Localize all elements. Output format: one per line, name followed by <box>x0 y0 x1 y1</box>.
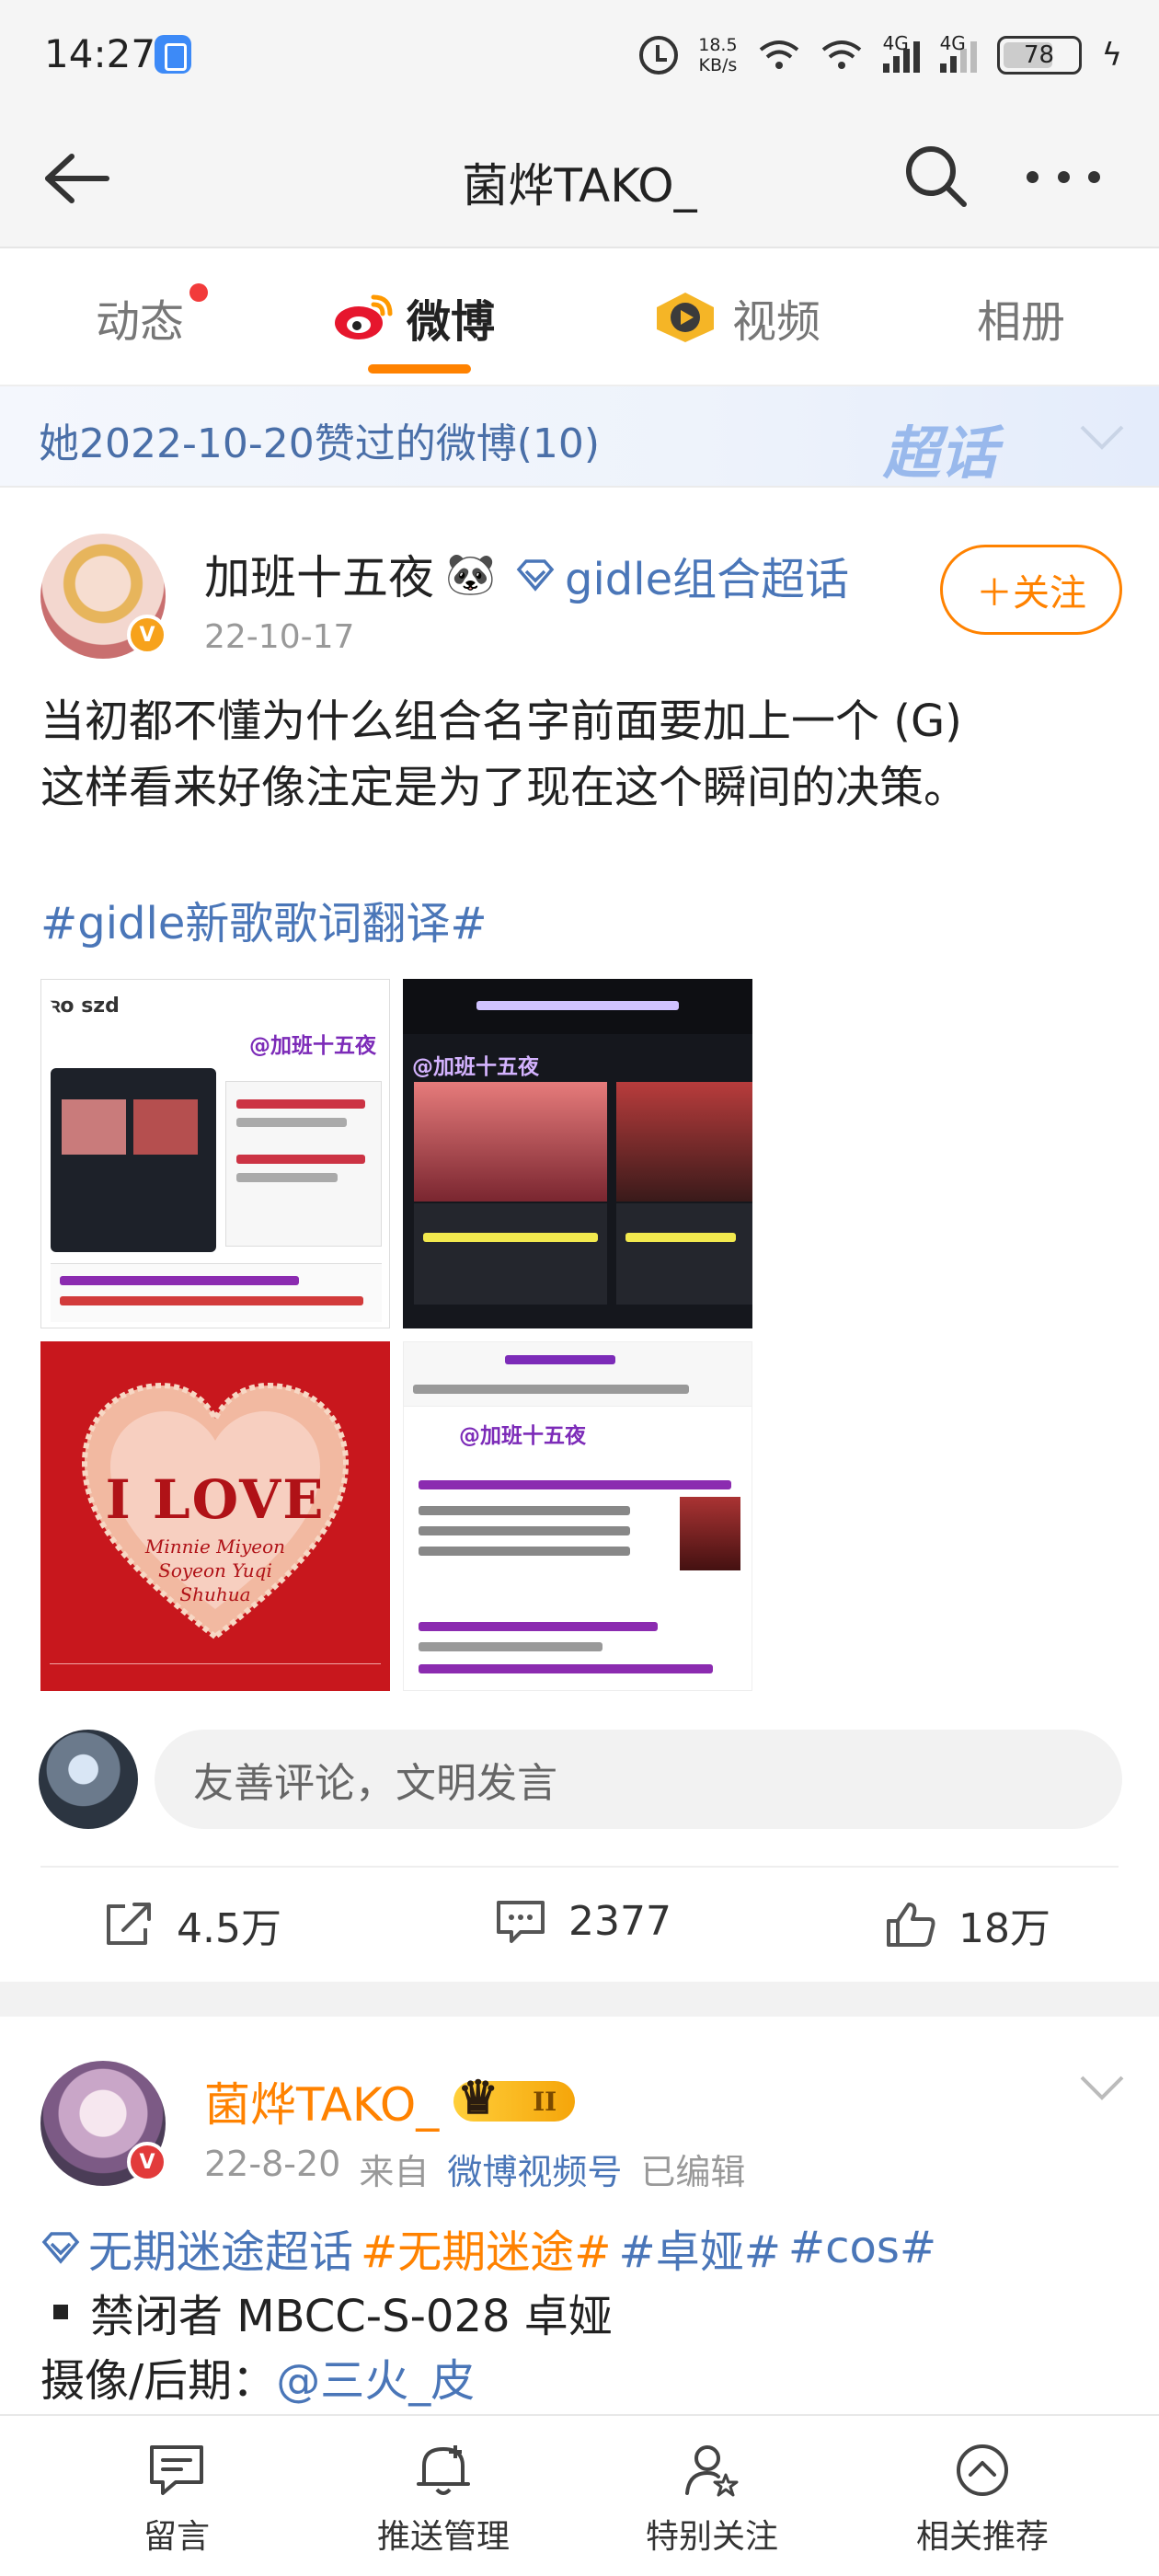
weibo-logo-icon <box>335 294 393 339</box>
diamond-icon <box>516 559 555 592</box>
member-names: Minnie Miyeon Soyeon Yuqi Shuhua <box>144 1535 286 1605</box>
post-image-4[interactable]: @加班十五夜 <box>403 1341 752 1691</box>
post-hashtag[interactable]: #gidle新歌歌词翻译# <box>40 887 488 951</box>
post-meta-2: 22-8-20 来自 微博视频号 已编辑 <box>204 2144 746 2194</box>
tab-dynamic[interactable]: 动态 <box>96 285 184 350</box>
repost-button[interactable]: 4.5万 <box>101 1895 281 1954</box>
active-tab-indicator <box>368 364 471 374</box>
post-date: 22-10-17 <box>204 618 355 656</box>
nav-message[interactable]: 留言 <box>85 2438 269 2558</box>
chevron-down-icon-2[interactable] <box>1078 2074 1126 2101</box>
supertopic-watermark: 超话 <box>883 420 998 487</box>
post-image-2[interactable]: @加班十五夜 <box>403 979 752 1328</box>
post-tags-2: 无期迷途超话 #无期迷途# #卓娅# #cos# <box>40 2215 936 2280</box>
comment-button[interactable]: 2377 <box>493 1895 671 1947</box>
post-image-3[interactable]: I LOVE Minnie Miyeon Soyeon Yuqi Shuhua <box>40 1341 390 1691</box>
diamond-icon-2 <box>41 2232 80 2264</box>
tab-video[interactable]: 视频 <box>651 285 820 350</box>
top-bar: 菌烨TAKO_ <box>0 110 1159 248</box>
hashtag-character[interactable]: #卓娅# <box>618 2215 780 2280</box>
supertopic-tag[interactable]: gidle组合超话 <box>515 543 849 607</box>
album-title: I LOVE <box>105 1468 326 1531</box>
network-speed: 18.5 KB/s <box>698 35 738 75</box>
signal-1-icon: 4G <box>882 32 920 73</box>
thumbs-up-icon <box>887 1903 935 1947</box>
divider <box>40 1866 1119 1868</box>
panda-emoji: 🐼 <box>445 551 496 598</box>
liked-banner-text: 她2022-10-20赞过的微博(10) <box>39 420 601 467</box>
verified-badge-icon-2: V <box>127 2142 167 2182</box>
post-line-3: 摄像/后期：@三火_皮 <box>40 2355 476 2407</box>
bell-plus-icon <box>417 2445 470 2495</box>
chevron-up-circle-icon <box>957 2444 1008 2496</box>
video-logo-icon <box>657 293 714 342</box>
nav-push-management[interactable]: 推送管理 <box>351 2438 535 2558</box>
post-text: 当初都不懂为什么组合名字前面要加上一个 (G) 这样看来好像注定是为了现在这个瞬… <box>40 696 969 813</box>
wifi-icon-2 <box>820 39 863 72</box>
status-indicators: 18.5 KB/s 4G 4G 78 ϟ <box>639 28 1122 83</box>
hashtag-cos[interactable]: #cos# <box>788 2222 936 2273</box>
tab-weibo[interactable]: 微博 <box>333 285 495 350</box>
supertopic-link[interactable]: 无期迷途超话 <box>88 2215 353 2280</box>
user-star-icon <box>685 2445 739 2497</box>
search-icon[interactable] <box>901 142 971 212</box>
bullet-icon <box>53 2305 68 2319</box>
section-separator <box>0 1982 1159 2017</box>
chevron-down-icon[interactable] <box>1078 423 1126 451</box>
status-bar: 14:27 18.5 KB/s 4G 4G 78 ϟ <box>0 0 1159 110</box>
post-image-1[interactable]: ꝛo szd @加班十五夜 <box>40 979 390 1328</box>
signal-2-icon: 4G <box>939 32 977 73</box>
unread-dot <box>189 283 208 302</box>
hashtag-game[interactable]: #无期迷途# <box>361 2215 611 2280</box>
post-source-link[interactable]: 微博视频号 <box>447 2144 622 2194</box>
liked-date-banner[interactable]: 她2022-10-20赞过的微博(10) 超话 <box>0 386 1159 488</box>
comment-input[interactable]: 友善评论，文明发言 <box>155 1730 1122 1829</box>
battery-icon: 78 <box>996 36 1082 75</box>
app-notification-icon <box>155 35 191 74</box>
post-author-2[interactable]: 菌烨TAKO_ II <box>204 2068 576 2134</box>
more-options-icon[interactable] <box>1027 171 1100 186</box>
charging-icon: ϟ <box>1101 37 1122 74</box>
member-level-badge: II <box>453 2070 576 2124</box>
nav-special-follow[interactable]: 特别关注 <box>620 2438 804 2558</box>
verified-badge-icon: V <box>127 615 167 655</box>
wifi-icon <box>758 39 800 72</box>
profile-tabs: 动态 微博 视频 相册 <box>0 250 1159 386</box>
my-avatar <box>39 1730 138 1829</box>
post-author[interactable]: 加班十五夜 🐼 <box>204 541 496 607</box>
post-line-2: 禁闭者 MBCC-S-028 卓娅 <box>53 2280 613 2344</box>
tab-album[interactable]: 相册 <box>977 285 1065 350</box>
comment-icon <box>497 1901 545 1943</box>
alarm-icon <box>639 36 679 75</box>
page-title: 菌烨TAKO_ <box>462 159 697 213</box>
message-icon <box>150 2445 203 2495</box>
bottom-navigation: 留言 推送管理 特别关注 相关推荐 <box>0 2414 1159 2576</box>
share-icon <box>107 1903 151 1945</box>
like-button[interactable]: 18万 <box>883 1895 1050 1954</box>
mention-link[interactable]: @三火_皮 <box>276 2355 475 2407</box>
follow-button[interactable]: ＋关注 <box>940 545 1122 635</box>
nav-related-recommend[interactable]: 相关推荐 <box>890 2438 1074 2558</box>
status-time: 14:27 <box>44 31 156 76</box>
